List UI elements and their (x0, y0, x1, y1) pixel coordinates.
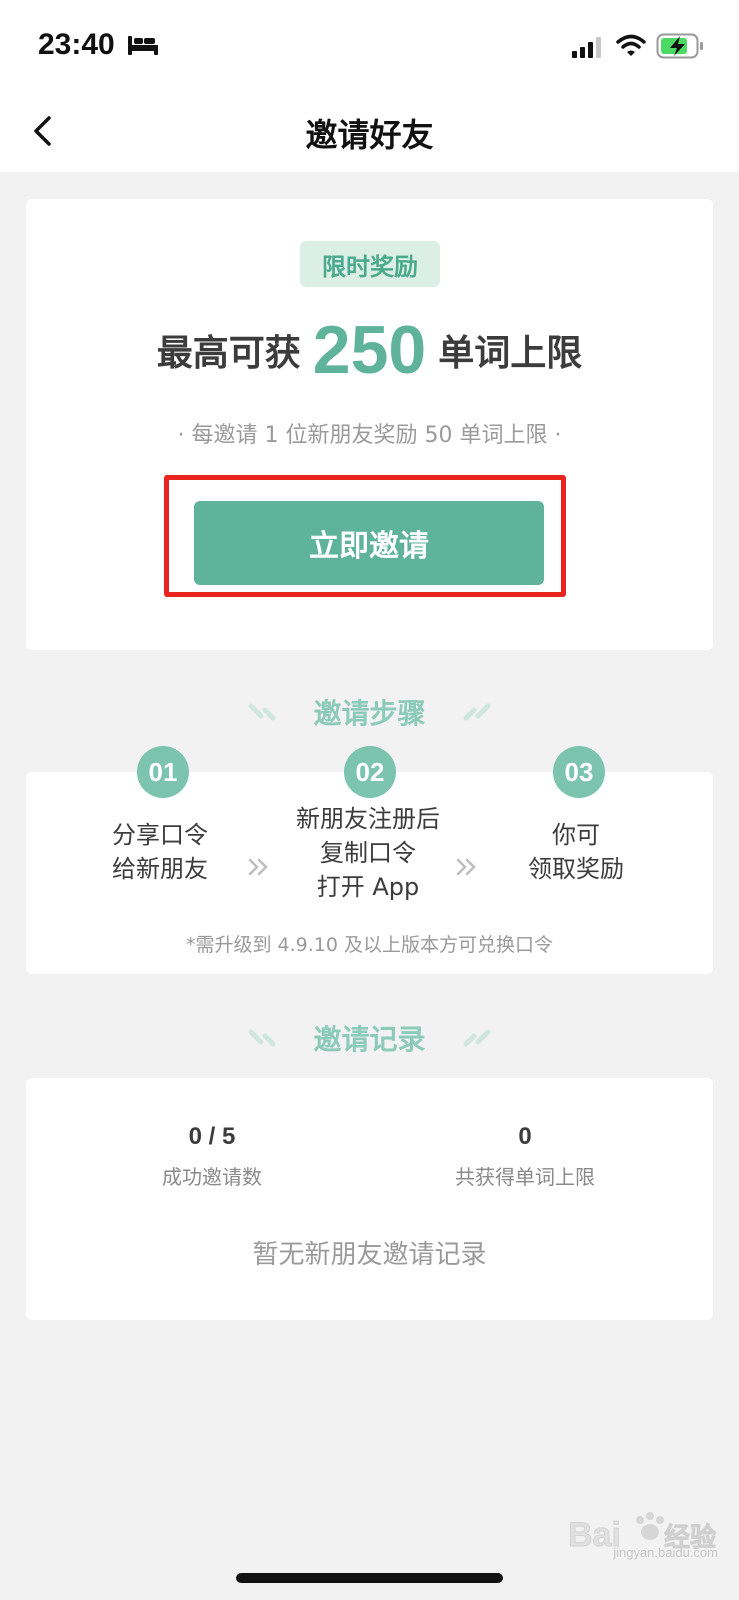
invite-now-button[interactable]: 立即邀请 (194, 501, 544, 585)
step-text-line: 打开 App (316, 873, 420, 901)
stat-value: 0 / 5 (188, 1123, 236, 1150)
steps-section-title: 邀请步骤 (313, 697, 426, 730)
headline-suffix: 单词上限 (438, 333, 583, 374)
step-text-line: 你可 (552, 821, 600, 849)
bed-icon (127, 34, 159, 56)
signal-icon (572, 36, 602, 58)
successful-invites-stat: 0 / 5 成功邀请数 (82, 1120, 342, 1194)
battery-charging-icon (656, 33, 704, 59)
nav-bar: 邀请好友 (0, 90, 739, 172)
home-indicator[interactable] (236, 1573, 503, 1583)
empty-records-message: 暂无新朋友邀请记录 (252, 1240, 487, 1270)
limited-reward-badge: 限时奖励 (300, 241, 440, 287)
headline-number: 250 (312, 312, 427, 388)
reward-subtext: · 每邀请 1 位新朋友奖励 50 单词上限 · (177, 423, 562, 448)
reward-card: 限时奖励 最高可获 250 单词上限 · 每邀请 1 位新朋友奖励 50 单词上限 … (26, 199, 713, 650)
stat-label: 共获得单词上限 (455, 1165, 595, 1189)
step-text-line: 新朋友注册后 (296, 805, 440, 833)
wifi-icon (616, 34, 646, 58)
reward-headline: 最高可获 250 单词上限 (26, 311, 713, 389)
page-title: 邀请好友 (305, 116, 434, 154)
records-section-title: 邀请记录 (313, 1023, 426, 1056)
double-chevron-right-icon (456, 858, 476, 876)
step-2-text: 新朋友注册后 复制口令 打开 App (268, 802, 468, 904)
steps-section-header: 邀请步骤 (0, 690, 739, 734)
decorative-left-icon (248, 703, 276, 721)
step-text-line: 复制口令 (320, 839, 416, 867)
records-section-header: 邀请记录 (0, 1016, 739, 1060)
double-chevron-right-icon (248, 858, 268, 876)
step-text-line: 分享口令 (112, 821, 208, 849)
decorative-right-icon (463, 703, 490, 721)
step-number-badge: 02 (344, 746, 396, 798)
stat-label: 成功邀请数 (162, 1165, 262, 1189)
status-time: 23:40 (38, 28, 115, 61)
version-note: *需升级到 4.9.10 及以上版本方可兑换口令 (185, 934, 553, 956)
decorative-right-icon (463, 1029, 490, 1047)
step-number-badge: 03 (553, 746, 605, 798)
step-number-badge: 01 (137, 746, 189, 798)
step-text-line: 给新朋友 (112, 855, 208, 883)
step-3-text: 你可 领取奖励 (476, 818, 676, 886)
decorative-left-icon (248, 1029, 276, 1047)
stat-value: 0 (518, 1123, 532, 1150)
status-bar: 23:40 (0, 0, 739, 90)
watermark-url: jingyan.baidu.com (613, 1545, 718, 1560)
word-limit-earned-stat: 0 共获得单词上限 (395, 1120, 655, 1194)
records-card (26, 1078, 713, 1320)
step-1-text: 分享口令 给新朋友 (60, 818, 260, 886)
step-text-line: 领取奖励 (528, 855, 624, 883)
headline-prefix: 最高可获 (156, 333, 301, 374)
